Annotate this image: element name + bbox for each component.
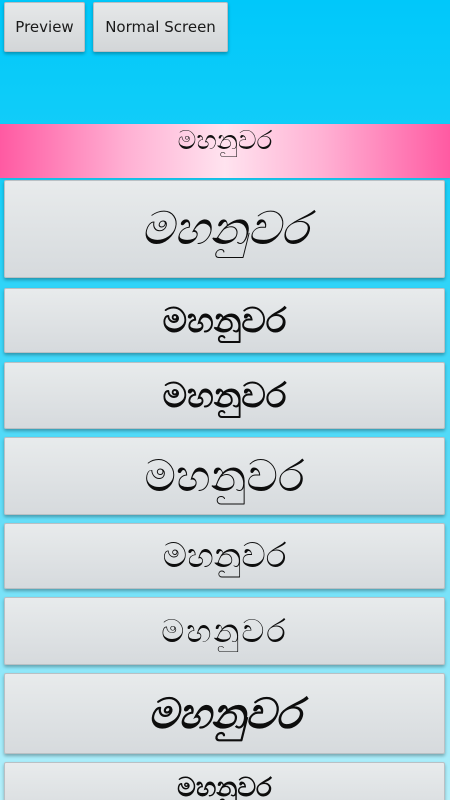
font-option-2[interactable]: මහනුවර <box>4 288 445 353</box>
font-sample-text: මහනුවර <box>144 450 305 502</box>
font-sample-text: මහනුවර <box>148 688 301 738</box>
font-option-5[interactable]: මහනුවර <box>4 523 445 589</box>
font-sample-text: මහනුවර <box>162 375 287 416</box>
preview-button[interactable]: Preview <box>4 2 85 52</box>
font-option-6[interactable]: මහනුවර <box>4 597 445 665</box>
font-sample-text: මහනුවර <box>161 611 288 650</box>
font-sample-text: මහනුවර <box>140 201 309 255</box>
font-sample-text: මහනුවර <box>162 536 287 576</box>
font-sample-text: මහනුවර <box>162 300 287 341</box>
preview-banner: මහනුවර <box>0 124 450 178</box>
font-sample-text: මහනුවර <box>177 773 272 800</box>
normal-screen-button[interactable]: Normal Screen <box>93 2 228 52</box>
font-option-8[interactable]: මහනුවර <box>4 762 445 800</box>
font-option-1[interactable]: මහනුවර <box>4 180 445 278</box>
app-screen: Preview Normal Screen මහනුවර මහනුවර මහනු… <box>0 0 450 800</box>
font-option-4[interactable]: මහනුවර <box>4 437 445 515</box>
font-option-3[interactable]: මහනුවර <box>4 362 445 429</box>
preview-text: මහනුවර <box>177 126 273 156</box>
font-option-7[interactable]: මහනුවර <box>4 673 445 754</box>
